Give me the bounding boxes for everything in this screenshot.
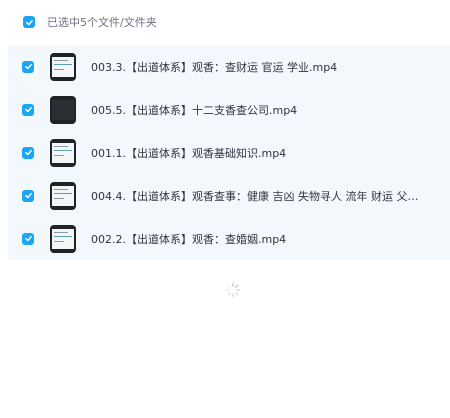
- video-thumbnail: [50, 224, 76, 253]
- file-name[interactable]: 005.5.【出道体系】十二支香查公司.mp4: [91, 102, 297, 118]
- file-row[interactable]: 003.3.【出道体系】观香：查财运 官运 学业.mp4: [8, 45, 450, 88]
- selection-header: 已选中5个文件/文件夹: [0, 0, 450, 44]
- file-row[interactable]: 004.4.【出道体系】观香查事：健康 吉凶 失物寻人 流年 财运 父母 子..…: [8, 174, 450, 217]
- select-all-checkbox[interactable]: [23, 16, 35, 28]
- file-checkbox[interactable]: [22, 60, 34, 73]
- video-thumbnail-dark: [50, 95, 76, 124]
- loading-spinner-icon: [225, 282, 241, 298]
- file-name[interactable]: 001.1.【出道体系】观香基础知识.mp4: [91, 145, 286, 161]
- file-row[interactable]: 002.2.【出道体系】观香：查婚姻.mp4: [8, 217, 450, 260]
- file-checkbox[interactable]: [22, 189, 34, 202]
- video-thumbnail: [50, 52, 76, 81]
- check-icon: [24, 235, 32, 242]
- file-checkbox[interactable]: [22, 146, 34, 159]
- check-icon: [24, 192, 32, 199]
- file-list: 003.3.【出道体系】观香：查财运 官运 学业.mp4 005.5.【出道体系…: [8, 45, 450, 260]
- file-name[interactable]: 004.4.【出道体系】观香查事：健康 吉凶 失物寻人 流年 财运 父母 子..…: [91, 188, 427, 204]
- file-row[interactable]: 001.1.【出道体系】观香基础知识.mp4: [8, 131, 450, 174]
- file-name[interactable]: 003.3.【出道体系】观香：查财运 官运 学业.mp4: [91, 59, 337, 75]
- selection-count-text: 已选中5个文件/文件夹: [47, 16, 157, 29]
- file-checkbox[interactable]: [22, 232, 34, 245]
- file-name[interactable]: 002.2.【出道体系】观香：查婚姻.mp4: [91, 231, 286, 247]
- check-icon: [25, 19, 33, 25]
- file-row[interactable]: 005.5.【出道体系】十二支香查公司.mp4: [8, 88, 450, 131]
- check-icon: [24, 63, 32, 70]
- check-icon: [24, 106, 32, 113]
- check-icon: [24, 149, 32, 156]
- video-thumbnail: [50, 181, 76, 210]
- video-thumbnail: [50, 138, 76, 167]
- file-checkbox[interactable]: [22, 103, 34, 116]
